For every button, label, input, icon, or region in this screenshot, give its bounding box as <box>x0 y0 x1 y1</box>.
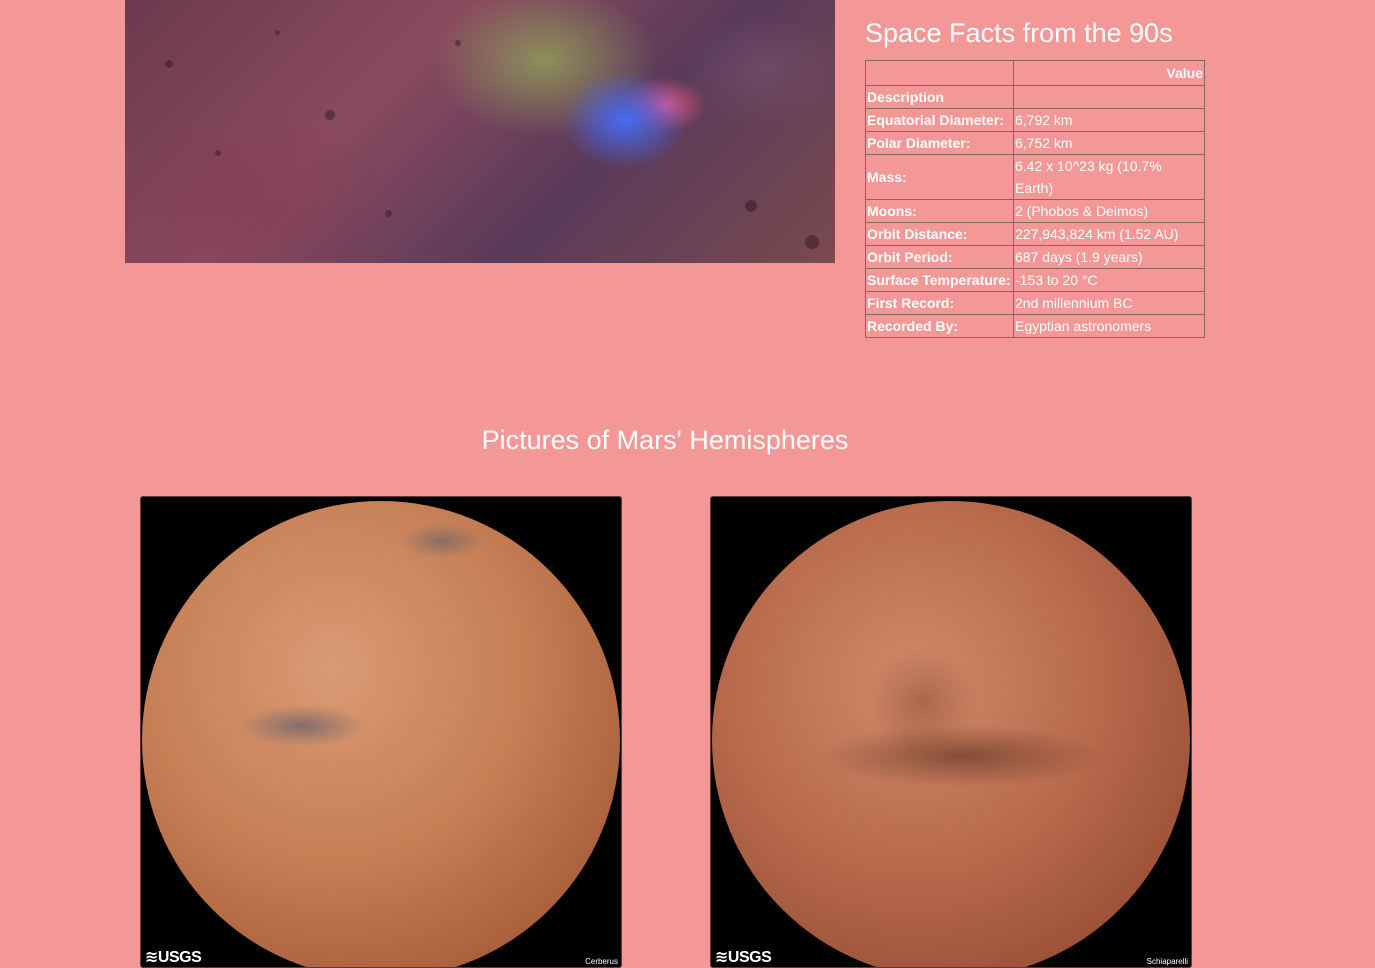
fact-value: 6,792 km <box>1013 108 1205 132</box>
hemispheres-title: Pictures of Mars' Hemispheres <box>481 425 849 455</box>
table-row: Orbit Period: 687 days (1.9 years) <box>865 245 1205 269</box>
usgs-logo: ≋USGS <box>715 949 772 966</box>
table-header-row: Value <box>865 60 1205 86</box>
fact-label: First Record: <box>865 291 1014 315</box>
featured-image <box>125 0 835 263</box>
fact-value: Egyptian astronomers <box>1013 314 1205 338</box>
table-row: Equatorial Diameter: 6,792 km <box>865 108 1205 132</box>
table-row: Polar Diameter: 6,752 km <box>865 131 1205 155</box>
fact-value: 2 (Phobos & Deimos) <box>1013 199 1205 223</box>
fact-value: 2nd millennium BC <box>1013 291 1205 315</box>
fact-value: -153 to 20 °C <box>1013 268 1205 292</box>
table-header-value: Value <box>1013 60 1205 86</box>
fact-label: Equatorial Diameter: <box>865 108 1014 132</box>
table-row: Mass: 6.42 x 10^23 kg (10.7% Earth) <box>865 154 1205 200</box>
cerberus-hemisphere-image <box>142 501 620 967</box>
hemisphere-card-cerberus[interactable]: ≋USGS Cerberus <box>140 496 622 968</box>
fact-label: Recorded By: <box>865 314 1014 338</box>
fact-label: Orbit Distance: <box>865 222 1014 246</box>
fact-label: Mass: <box>865 154 1014 200</box>
table-row: Orbit Distance: 227,943,824 km (1.52 AU) <box>865 222 1205 246</box>
hemisphere-name: Schiaparelli <box>1146 957 1188 966</box>
fact-label: Polar Diameter: <box>865 131 1014 155</box>
table-row: Surface Temperature: -153 to 20 °C <box>865 268 1205 292</box>
fact-label: Description <box>865 85 1014 109</box>
fact-value <box>1013 85 1205 109</box>
hemisphere-card-schiaparelli[interactable]: ≋USGS Schiaparelli <box>710 496 1192 968</box>
table-row: Moons: 2 (Phobos & Deimos) <box>865 199 1205 223</box>
table-row: Description <box>865 85 1205 109</box>
hemisphere-name: Cerberus <box>585 957 618 966</box>
fact-label: Moons: <box>865 199 1014 223</box>
fact-label: Surface Temperature: <box>865 268 1014 292</box>
table-header-blank <box>865 60 1014 86</box>
schiaparelli-hemisphere-image <box>712 501 1190 967</box>
fact-value: 687 days (1.9 years) <box>1013 245 1205 269</box>
table-row: First Record: 2nd millennium BC <box>865 291 1205 315</box>
fact-value: 6.42 x 10^23 kg (10.7% Earth) <box>1013 154 1205 200</box>
mars-facts-table: Value Description Equatorial Diameter: 6… <box>865 60 1205 338</box>
table-row: Recorded By: Egyptian astronomers <box>865 314 1205 338</box>
fact-label: Orbit Period: <box>865 245 1014 269</box>
fact-value: 6,752 km <box>1013 131 1205 155</box>
fact-value: 227,943,824 km (1.52 AU) <box>1013 222 1205 246</box>
usgs-logo: ≋USGS <box>145 949 202 966</box>
facts-title: Space Facts from the 90s <box>865 18 1173 48</box>
